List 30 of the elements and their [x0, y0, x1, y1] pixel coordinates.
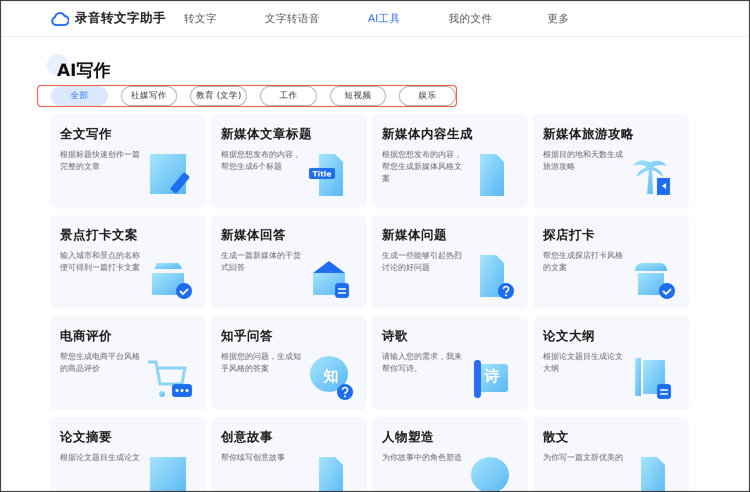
- card-title: 人物塑造: [382, 429, 435, 446]
- card-title: 景点打卡文案: [60, 227, 139, 244]
- category-tab[interactable]: 教育 (文学): [190, 86, 248, 106]
- card-title: 散文: [543, 429, 570, 446]
- category-tab[interactable]: 短视频: [330, 86, 386, 106]
- card-title: 诗歌: [382, 328, 409, 345]
- card-title: 新媒体内容生成: [382, 126, 474, 143]
- card-title: 新媒体问题: [382, 227, 448, 244]
- card-title: 知乎问答: [221, 328, 274, 345]
- card-title: 电商评价: [60, 328, 113, 345]
- card-title: 论文摘要: [60, 429, 113, 446]
- card-title: 探店打卡: [543, 227, 596, 244]
- category-tab[interactable]: 全部: [51, 86, 108, 106]
- nav-link[interactable]: 转文字: [184, 12, 217, 26]
- nav-link[interactable]: 文字转语音: [265, 12, 320, 26]
- category-tab[interactable]: 社媒写作: [120, 86, 178, 106]
- nav-link[interactable]: AI工具: [368, 12, 400, 26]
- card-title: 全文写作: [60, 126, 113, 143]
- nav-link[interactable]: 我的文件: [448, 12, 492, 26]
- card-title: 论文大纲: [543, 328, 596, 345]
- page-title: AI写作: [57, 60, 110, 82]
- card-title: 新媒体旅游攻略: [543, 126, 635, 143]
- card-title: 新媒体回答: [221, 227, 287, 244]
- category-tab[interactable]: 工作: [260, 86, 317, 106]
- nav-link[interactable]: 更多: [547, 12, 570, 26]
- app-name: 录音转文字助手: [75, 10, 166, 27]
- card-title: 新媒体文章标题: [221, 126, 313, 143]
- category-tab[interactable]: 娱乐: [399, 86, 456, 106]
- card-title: 创意故事: [221, 429, 274, 446]
- cloud-logo-icon: [51, 12, 69, 26]
